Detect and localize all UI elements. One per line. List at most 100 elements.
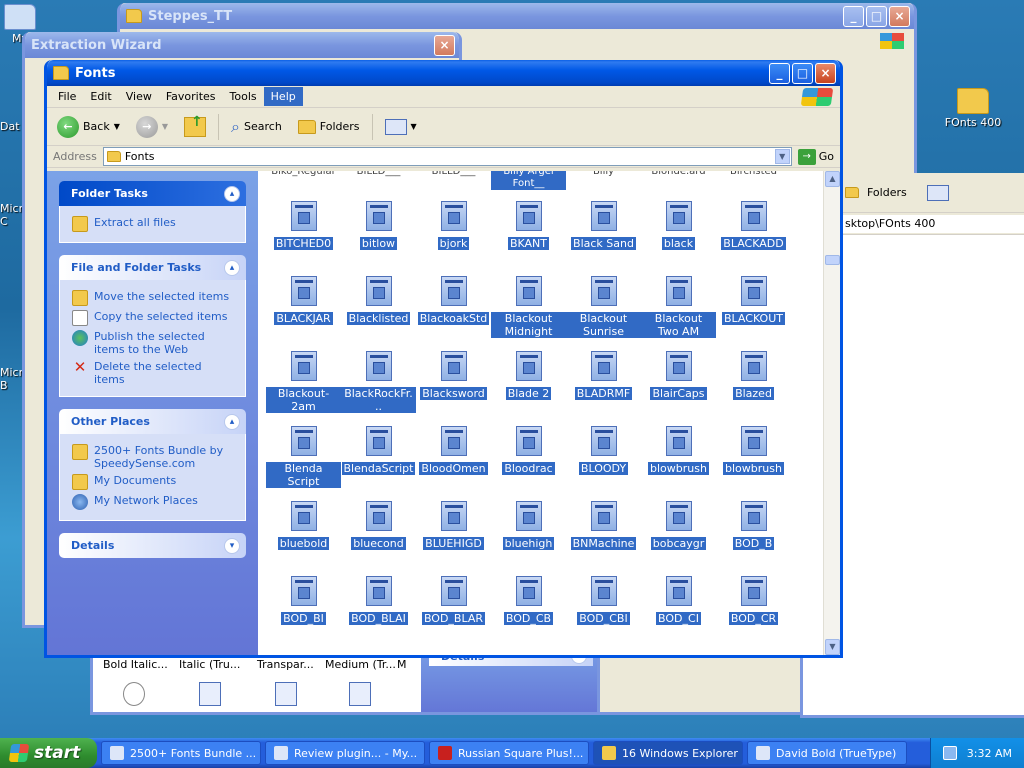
font-file-item[interactable]: BOD_BLAR xyxy=(416,576,491,625)
font-file-item[interactable]: BOD_CI xyxy=(641,576,716,625)
minimize-button[interactable]: _ xyxy=(843,6,864,27)
desktop-icon-fonts-400[interactable]: FOnts 400 xyxy=(938,88,1008,129)
file-item-partial[interactable]: BILLD___ xyxy=(416,171,491,177)
file-item-partial[interactable]: Blonde.ard xyxy=(641,171,716,177)
address-input[interactable]: Fonts ▼ xyxy=(102,147,792,166)
other-places-header[interactable]: Other Places ▴ xyxy=(59,409,246,434)
font-file-icon[interactable] xyxy=(123,682,145,706)
font-file-item[interactable]: BNMachine xyxy=(566,501,641,550)
taskbar-button[interactable]: Review plugin... - My... xyxy=(265,741,425,765)
file-folder-tasks-header[interactable]: File and Folder Tasks ▴ xyxy=(59,255,246,280)
file-item-partial[interactable]: Biko_Regular xyxy=(266,171,341,177)
font-file-item[interactable]: Blacksword xyxy=(416,351,491,400)
font-file-item[interactable]: BlairCaps xyxy=(641,351,716,400)
copy-items-link[interactable]: Copy the selected items xyxy=(72,308,235,328)
fonts-bundle-link[interactable]: 2500+ Fonts Bundle by SpeedySense.com xyxy=(72,442,235,472)
folder-tasks-header[interactable]: Folder Tasks ▴ xyxy=(59,181,246,206)
delete-items-link[interactable]: ✕ Delete the selected items xyxy=(72,358,235,388)
font-file-item[interactable]: BLOODY xyxy=(566,426,641,475)
font-file-item[interactable]: BITCHED0 xyxy=(266,201,341,250)
maximize-button[interactable]: □ xyxy=(792,63,813,84)
titlebar[interactable]: Steppes_TT _ □ × xyxy=(120,3,914,29)
views-button[interactable]: ▼ xyxy=(381,117,421,137)
my-documents-link[interactable]: My Documents xyxy=(72,472,235,492)
taskbar-button[interactable]: 16 Windows Explorer xyxy=(593,741,743,765)
font-file-item[interactable]: black xyxy=(641,201,716,250)
menu-help[interactable]: Help xyxy=(263,87,303,106)
chevron-down-icon[interactable]: ▼ xyxy=(162,122,168,131)
taskbar-button[interactable]: 2500+ Fonts Bundle ... xyxy=(101,741,261,765)
font-file-item[interactable]: BlackoakStd xyxy=(416,276,491,325)
font-file-item[interactable]: bobcaygr xyxy=(641,501,716,550)
font-file-item[interactable]: BLUEHIGD xyxy=(416,501,491,550)
font-file-item[interactable]: Black Sand xyxy=(566,201,641,250)
font-file-item[interactable]: BOD_CBI xyxy=(566,576,641,625)
font-file-item[interactable]: blowbrush xyxy=(641,426,716,475)
font-file-icon[interactable] xyxy=(275,682,297,706)
clock[interactable]: 3:32 AM xyxy=(967,747,1012,760)
close-button[interactable]: × xyxy=(815,63,836,84)
horizontal-scrollbar[interactable] xyxy=(133,714,403,715)
font-file-item[interactable]: bjork xyxy=(416,201,491,250)
font-file-item[interactable]: BKANT xyxy=(491,201,566,250)
close-button[interactable]: × xyxy=(434,35,455,56)
titlebar[interactable]: Extraction Wizard × xyxy=(25,32,459,58)
font-file-item[interactable]: Blackout Two AM xyxy=(641,276,716,338)
publish-web-link[interactable]: Publish the selected items to the Web xyxy=(72,328,235,358)
scroll-thumb[interactable] xyxy=(825,255,840,265)
font-file-item[interactable]: BLACKOUT xyxy=(716,276,791,325)
move-items-link[interactable]: Move the selected items xyxy=(72,288,235,308)
file-item-partial[interactable]: Billy xyxy=(566,171,641,177)
menu-file[interactable]: File xyxy=(51,87,83,106)
font-file-item[interactable]: BOD_B xyxy=(716,501,791,550)
menu-tools[interactable]: Tools xyxy=(223,87,264,106)
font-file-item[interactable]: BlackRockFr... xyxy=(341,351,416,413)
taskbar-button[interactable]: Russian Square Plus!... xyxy=(429,741,589,765)
font-file-item[interactable]: BOD_CB xyxy=(491,576,566,625)
font-item-label[interactable]: Bold Italic... xyxy=(103,658,168,671)
font-file-item[interactable]: BLACKJAR xyxy=(266,276,341,325)
menu-edit[interactable]: Edit xyxy=(83,87,118,106)
font-file-item[interactable]: BLADRMF xyxy=(566,351,641,400)
font-file-item[interactable]: bluecond xyxy=(341,501,416,550)
font-file-item[interactable]: BOD_BLAI xyxy=(341,576,416,625)
scroll-up-button[interactable]: ▲ xyxy=(825,171,840,187)
font-file-item[interactable]: bitlow xyxy=(341,201,416,250)
start-button[interactable]: start xyxy=(0,738,97,768)
titlebar[interactable]: Fonts _ □ × xyxy=(47,60,840,86)
font-file-item[interactable]: Blackout Midnight xyxy=(491,276,566,338)
font-file-item[interactable]: bluebold xyxy=(266,501,341,550)
font-file-item[interactable]: blowbrush xyxy=(716,426,791,475)
font-file-item[interactable]: BlendaScript xyxy=(341,426,416,475)
font-file-icon[interactable] xyxy=(199,682,221,706)
maximize-button[interactable]: □ xyxy=(866,6,887,27)
font-file-icon[interactable] xyxy=(349,682,371,706)
font-file-item[interactable]: Bloodrac xyxy=(491,426,566,475)
font-file-item[interactable]: Blackout-2am xyxy=(266,351,341,413)
vertical-scrollbar[interactable]: ▲ ▼ xyxy=(823,171,840,655)
forward-button[interactable]: → ▼ xyxy=(132,114,172,140)
extract-all-files-link[interactable]: Extract all files xyxy=(72,214,235,234)
folders-button[interactable]: Folders xyxy=(867,186,907,199)
taskbar-button[interactable]: David Bold (TrueType) xyxy=(747,741,907,765)
font-file-item[interactable]: Blackout Sunrise xyxy=(566,276,641,338)
network-tray-icon[interactable] xyxy=(942,746,957,760)
search-button[interactable]: ⌕ Search xyxy=(227,115,286,139)
font-file-item[interactable]: BloodOmen xyxy=(416,426,491,475)
details-header[interactable]: Details ▾ xyxy=(59,533,246,558)
font-file-item[interactable]: Blazed xyxy=(716,351,791,400)
font-item-label[interactable]: Medium (Tr... xyxy=(325,658,396,671)
back-button[interactable]: ← Back ▼ xyxy=(53,114,124,140)
up-folder-button[interactable]: ↑ xyxy=(180,114,210,139)
folders-button[interactable]: Folders xyxy=(294,118,364,136)
menu-view[interactable]: View xyxy=(119,87,159,106)
font-file-item[interactable]: BOD_CR xyxy=(716,576,791,625)
file-item-partial[interactable]: BILLD___ xyxy=(341,171,416,177)
go-button[interactable]: → Go xyxy=(797,148,840,165)
font-file-item[interactable]: Blenda Script xyxy=(266,426,341,488)
my-network-places-link[interactable]: My Network Places xyxy=(72,492,235,512)
close-button[interactable]: × xyxy=(889,6,910,27)
address-field[interactable]: sktop\FOnts 400 xyxy=(843,214,1024,233)
font-file-item[interactable]: BOD_BI xyxy=(266,576,341,625)
menu-favorites[interactable]: Favorites xyxy=(159,87,223,106)
